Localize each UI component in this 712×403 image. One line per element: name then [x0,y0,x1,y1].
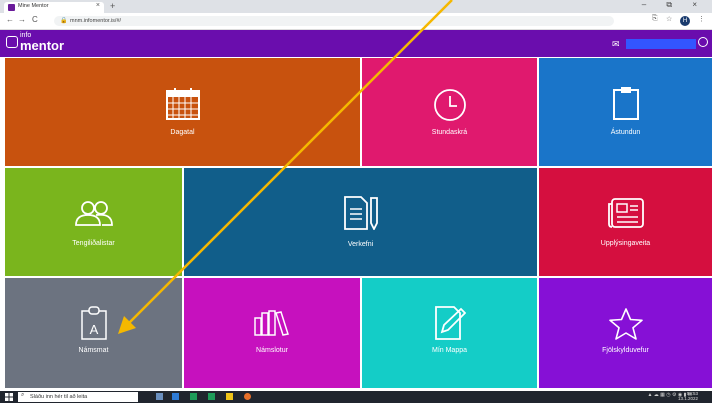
taskbar-clock[interactable]: 08:53 13.1.2022 [678,391,698,401]
taskbar-search-input[interactable]: ⌕ Sláðu inn hér til að leita [18,392,138,402]
clock-date: 13.1.2022 [677,396,698,401]
browser-app-icon[interactable] [244,393,251,400]
app-icon[interactable] [190,393,197,400]
search-placeholder: Sláðu inn hér til að leita [30,394,88,400]
search-icon: ⌕ [21,392,25,398]
app-icon[interactable] [172,393,179,400]
app-icon[interactable] [208,393,215,400]
windows-taskbar: ⌕ Sláðu inn hér til að leita ▲ ☁ ▦ ◷ ⚙ ◉… [0,391,712,403]
file-explorer-icon[interactable] [226,393,233,400]
annotation-arrow [118,0,453,334]
task-view-icon[interactable] [156,393,163,400]
windows-start-icon[interactable] [5,393,13,401]
